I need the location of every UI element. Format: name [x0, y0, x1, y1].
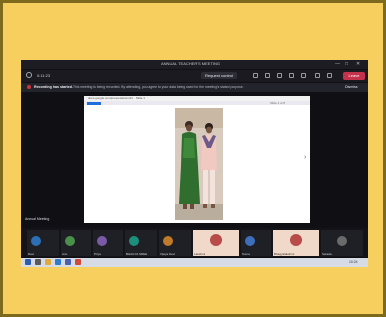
avatar	[337, 236, 347, 246]
window-title: ANNUAL TEACHER'S MEETING	[161, 61, 220, 66]
avatar	[129, 236, 139, 246]
avatar	[65, 236, 75, 246]
shared-slide-counter: Slide 1 of 8	[270, 101, 286, 105]
participant-name: BHAGYA SREE	[126, 252, 148, 256]
avatar	[245, 236, 255, 246]
presenter-name: Annual Meeting	[25, 217, 50, 221]
participant-name: Sarada	[322, 252, 332, 256]
participant-tile[interactable]: Anu	[61, 230, 91, 256]
two-women-photo	[175, 108, 223, 220]
avatar	[97, 236, 107, 246]
next-slide-icon[interactable]: ›	[304, 154, 306, 161]
people-icon[interactable]	[265, 73, 270, 78]
camera-icon[interactable]	[315, 73, 320, 78]
meeting-timer: 0:11:23	[37, 73, 51, 78]
meeting-toolbar: 0:11:23 Request control Leave	[21, 70, 368, 82]
shared-url: docs.google.com/presentation/d/1 · Slide…	[88, 96, 145, 100]
teams-icon[interactable]	[65, 259, 71, 265]
avatar	[290, 234, 302, 246]
windows-taskbar: 10:24	[21, 258, 368, 267]
participant-name: Anu	[62, 252, 68, 256]
leave-button[interactable]: Leave	[343, 72, 365, 80]
recording-banner: Recording has started. This meeting is b…	[21, 83, 368, 92]
react-icon[interactable]	[277, 73, 282, 78]
participant-name: Vijaya Devi	[160, 252, 175, 256]
recording-icon	[27, 85, 31, 89]
avatar	[210, 234, 222, 246]
shared-action-button	[87, 102, 101, 105]
avatar	[31, 236, 41, 246]
participant-name: Ravi	[28, 252, 35, 256]
participant-tile[interactable]: Ravi	[27, 230, 59, 256]
screenshot-area: ANNUAL TEACHER'S MEETING — □ ✕ 0:11:23 R…	[21, 60, 368, 267]
participant-name: Bhagyalakshmi	[274, 252, 295, 256]
participant-name: Lakshmi	[194, 252, 206, 256]
more-icon[interactable]	[301, 73, 306, 78]
participant-tile[interactable]: Suma	[241, 230, 271, 256]
recording-title: Recording has started.	[34, 85, 73, 89]
participant-tile[interactable]: Lakshmi	[193, 230, 239, 256]
dismiss-button[interactable]: Dismiss	[345, 85, 358, 89]
recording-notice: This meeting is being recorded. By atten…	[73, 85, 244, 89]
browser-icon[interactable]	[55, 259, 61, 265]
participant-tile[interactable]: Sarada	[321, 230, 363, 256]
start-icon[interactable]	[25, 259, 31, 265]
timer-icon	[26, 72, 32, 78]
avatar	[163, 236, 173, 246]
slide-photo	[175, 108, 223, 220]
mic-icon[interactable]	[327, 73, 332, 78]
close-button[interactable]: ✕	[356, 61, 360, 67]
participant-tile[interactable]: Vijaya Devi	[159, 230, 191, 256]
chat-icon[interactable]	[253, 73, 258, 78]
folder-icon[interactable]	[45, 259, 51, 265]
yellow-frame: ANNUAL TEACHER'S MEETING — □ ✕ 0:11:23 R…	[3, 3, 383, 314]
taskbar-clock: 10:24	[349, 260, 358, 264]
maximize-button[interactable]: □	[345, 61, 348, 67]
office-icon[interactable]	[75, 259, 81, 265]
window-titlebar: ANNUAL TEACHER'S MEETING — □ ✕	[21, 60, 368, 69]
participant-name: Suma	[242, 252, 250, 256]
search-icon[interactable]	[35, 259, 41, 265]
shared-screen: docs.google.com/presentation/d/1 · Slide…	[84, 96, 310, 223]
participant-tile[interactable]: BHAGYA SREE	[125, 230, 157, 256]
participant-tile[interactable]: Bhagyalakshmi	[273, 230, 319, 256]
request-control-button[interactable]: Request control	[201, 72, 237, 79]
minimize-button[interactable]: —	[335, 61, 340, 67]
participant-tile[interactable]: Priya	[93, 230, 123, 256]
participant-name: Priya	[94, 252, 101, 256]
view-icon[interactable]	[289, 73, 294, 78]
